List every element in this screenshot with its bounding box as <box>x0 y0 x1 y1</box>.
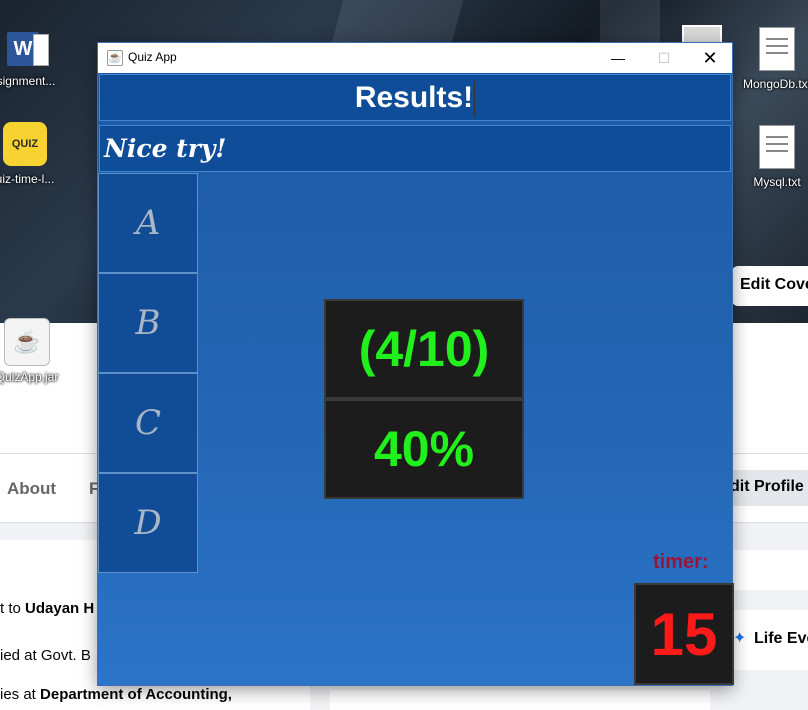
score-percent: 40% <box>324 399 524 499</box>
maximize-button[interactable]: ☐ <box>641 43 687 73</box>
desktop-icon-quizapp-jar[interactable]: ☕ QuizApp.jar <box>0 318 62 384</box>
timer-value: 15 <box>634 583 734 685</box>
desktop-icon-assignment[interactable]: W ssignment... <box>0 32 58 88</box>
life-events-icon: ✦ <box>733 630 747 647</box>
edit-cover-button[interactable]: Edit Cove <box>732 266 808 306</box>
score-fraction: (4/10) <box>324 299 524 399</box>
text-file-icon <box>759 27 795 71</box>
option-b-button[interactable]: B <box>98 273 198 373</box>
intro-line: t to Udayan H <box>0 600 95 617</box>
edit-profile-button[interactable]: dit Profile <box>722 470 808 506</box>
desktop-icon-mysql[interactable]: Mysql.txt <box>742 125 808 189</box>
text-file-icon <box>759 125 795 169</box>
life-events-link[interactable]: Life Eve <box>754 630 808 648</box>
post-card <box>330 690 710 710</box>
results-header: Results! <box>99 74 731 121</box>
desktop-icon-quiz-time[interactable]: QUIZ uiz-time-l... <box>0 122 60 186</box>
word-doc-icon: W <box>7 32 49 66</box>
close-button[interactable]: ✕ <box>687 43 733 73</box>
option-a-button[interactable]: A <box>98 173 198 273</box>
desktop-icon-mongodb[interactable]: MongoDb.txt <box>742 27 808 91</box>
result-message: Nice try! <box>99 125 731 172</box>
side-card <box>730 550 808 590</box>
java-app-icon: ☕ <box>107 50 123 66</box>
title-bar[interactable]: ☕ Quiz App — ☐ ✕ <box>98 43 732 73</box>
quiz-image-icon: QUIZ <box>3 122 47 166</box>
nav-about[interactable]: About <box>7 479 56 499</box>
option-d-button[interactable]: D <box>98 473 198 573</box>
java-jar-icon: ☕ <box>4 318 50 366</box>
minimize-button[interactable]: — <box>595 43 641 73</box>
quiz-app-window: ☕ Quiz App — ☐ ✕ Results! Nice try! A B … <box>97 42 734 686</box>
intro-line: ied at Govt. B <box>0 647 91 664</box>
option-c-button[interactable]: C <box>98 373 198 473</box>
intro-line: ies at Department of Accounting, <box>0 686 232 703</box>
window-title: Quiz App <box>128 50 177 64</box>
timer-label: timer: <box>653 551 709 573</box>
quiz-panel: Results! Nice try! A B C D (4/10) 40% ti… <box>98 73 734 685</box>
